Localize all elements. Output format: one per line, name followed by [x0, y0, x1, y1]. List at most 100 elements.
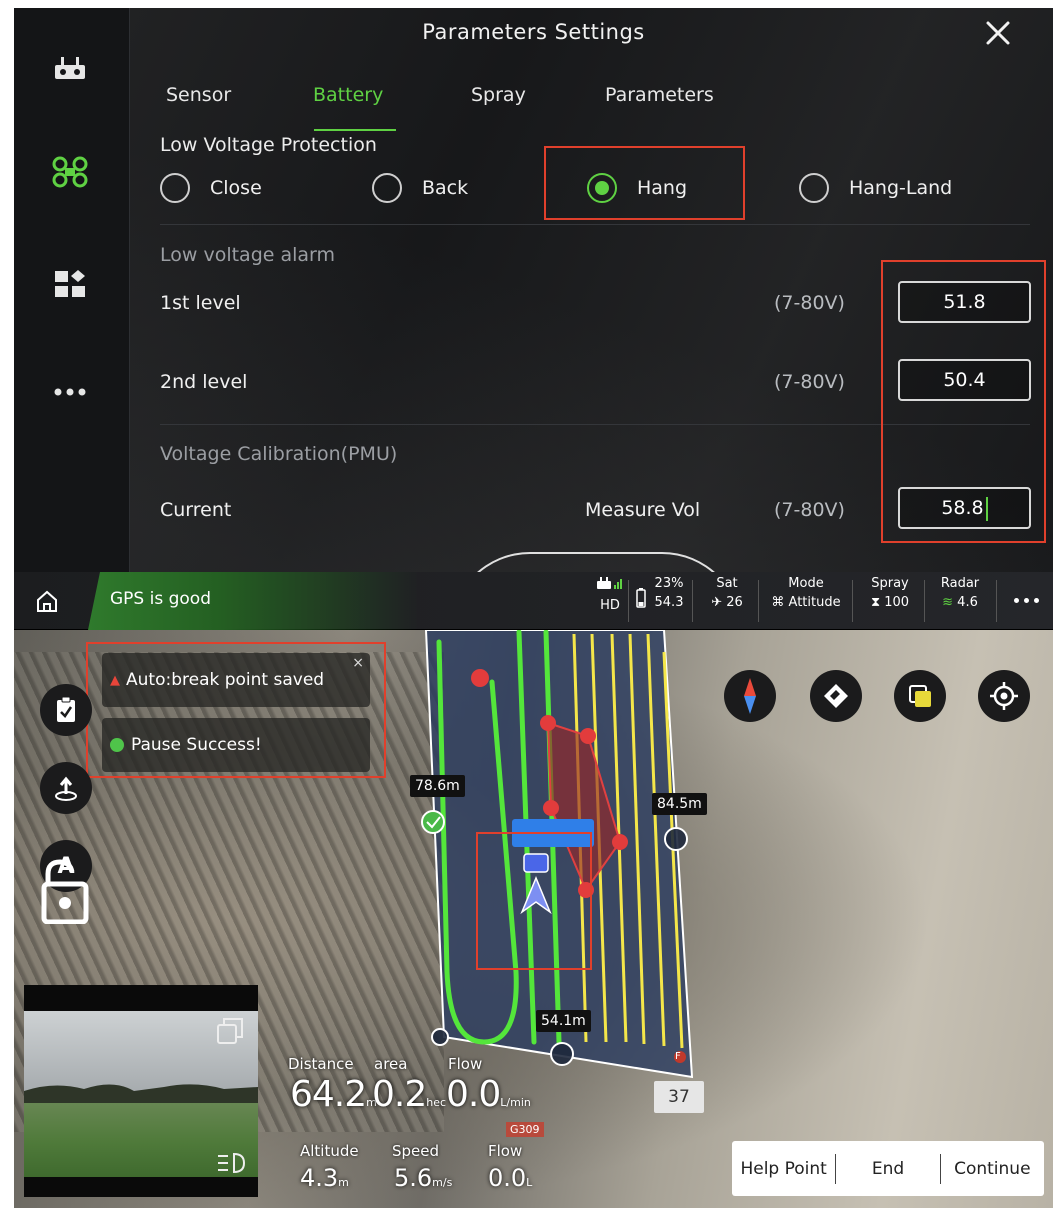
distance-label-2: 84.5m	[652, 793, 707, 815]
satellite-icon: ✈︎	[711, 595, 727, 610]
flow-value: 0.0	[446, 1074, 501, 1115]
battery-status: 23% 54.3	[634, 576, 686, 610]
radar-status: Radar ≋ 4.6	[930, 576, 990, 610]
spray-status: Spray ⧗ 100	[860, 576, 920, 610]
radio-back[interactable]: Back	[372, 172, 468, 204]
radio-hang-land-label: Hang-Land	[849, 177, 953, 199]
distance-label-1: 78.6m	[410, 775, 465, 797]
highlight-box-hang	[544, 146, 745, 220]
divider	[160, 224, 1030, 225]
more-menu-icon[interactable]	[1008, 588, 1044, 612]
level1-range: (7-80V)	[774, 292, 845, 314]
distance-label-3: 54.1m	[536, 1010, 591, 1032]
tab-parameters[interactable]: Parameters	[605, 84, 714, 106]
speed-readout: 5.6m/s	[394, 1164, 452, 1192]
compass-icon[interactable]	[724, 670, 776, 722]
mode-value: Attitude	[788, 595, 841, 610]
end-button[interactable]: End	[836, 1159, 939, 1179]
calibration-range: (7-80V)	[774, 499, 845, 521]
measure-vol-label: Measure Vol	[585, 499, 701, 521]
level1-label: 1st level	[160, 292, 241, 314]
point-f-label: F	[675, 1051, 681, 1062]
notification-pause: Pause Success!	[102, 718, 370, 772]
radio-button-icon[interactable]	[160, 173, 190, 203]
tab-spray[interactable]: Spray	[471, 84, 526, 106]
success-check-icon	[110, 738, 124, 752]
active-tab-indicator	[314, 129, 396, 131]
tab-sensor[interactable]: Sensor	[166, 84, 231, 106]
radio-back-label: Back	[422, 177, 469, 199]
return-icon[interactable]	[40, 762, 92, 814]
flow-readout: 0.0L/min	[446, 1074, 531, 1115]
radio-hang-land[interactable]: Hang-Land	[799, 172, 952, 204]
mission-action-bar: Help Point End Continue	[732, 1141, 1044, 1196]
radio-close[interactable]: Close	[160, 172, 262, 204]
modules-icon[interactable]	[48, 264, 92, 304]
close-icon[interactable]	[981, 16, 1015, 50]
spray-label: Spray	[871, 576, 909, 591]
headlight-icon[interactable]	[216, 1151, 246, 1175]
remote-controller-icon[interactable]	[48, 48, 92, 88]
lock-icon[interactable]	[36, 858, 92, 925]
camera-preview[interactable]	[24, 985, 258, 1197]
notification-text: Pause Success!	[131, 735, 262, 755]
speed-value: 5.6	[394, 1164, 433, 1192]
help-point-button[interactable]: Help Point	[732, 1159, 835, 1179]
radar-value: 4.6	[957, 595, 978, 610]
flow2-readout: 0.0L	[488, 1164, 532, 1192]
flow-label: Flow	[448, 1055, 483, 1073]
radar-label: Radar	[940, 576, 980, 591]
flow2-unit: L	[526, 1176, 533, 1189]
locate-icon[interactable]	[978, 670, 1030, 722]
flight-view: 78.6m 84.5m 54.1m 37 F G309 GPS is good …	[14, 572, 1053, 1208]
low-voltage-alarm-heading: Low voltage alarm	[160, 244, 336, 266]
warning-icon: ▲	[110, 672, 120, 688]
sat-value: 26	[726, 595, 743, 610]
altitude-readout: 4.3m	[300, 1164, 349, 1192]
eraser-icon[interactable]	[810, 670, 862, 722]
radio-button-icon[interactable]	[799, 173, 829, 203]
mode-drone-icon: ⌘	[771, 595, 789, 610]
flow-unit: L/min	[500, 1096, 531, 1109]
notification-breakpoint: ▲ Auto:break point saved ×	[102, 653, 370, 707]
switch-view-icon[interactable]	[216, 1017, 244, 1045]
low-voltage-protection-heading: Low Voltage Protection	[160, 134, 377, 156]
area-unit: hec	[426, 1096, 447, 1109]
parameters-settings-panel: Parameters Settings Sensor Battery Spray…	[14, 8, 1053, 572]
flow2-label: Flow	[488, 1142, 523, 1160]
flow2-value: 0.0	[488, 1164, 527, 1192]
home-icon[interactable]	[32, 586, 62, 616]
layers-icon[interactable]	[894, 670, 946, 722]
highlight-box-voltages	[881, 260, 1046, 543]
drone-icon[interactable]	[48, 152, 92, 192]
mode-label: Mode	[788, 576, 824, 591]
battery-icon	[636, 588, 646, 608]
road-label: G309	[506, 1122, 544, 1137]
page-title: Parameters Settings	[422, 20, 645, 44]
spray-value: 100	[884, 595, 910, 610]
speed-unit: m/s	[432, 1176, 453, 1189]
tab-battery[interactable]: Battery	[313, 84, 383, 106]
area-readout: 0.2hec	[372, 1074, 446, 1115]
area-label: area	[374, 1055, 408, 1073]
tank-icon: ⧗	[870, 595, 885, 610]
distance-readout: 64.2m	[290, 1074, 377, 1115]
gps-status: GPS is good	[110, 589, 211, 609]
highlight-box-aircraft	[476, 832, 592, 970]
current-label: Current	[160, 499, 232, 521]
level2-range: (7-80V)	[774, 371, 845, 393]
close-icon[interactable]: ×	[352, 655, 364, 671]
voltage-calibration-heading: Voltage Calibration(PMU)	[160, 443, 398, 465]
satellite-status: Sat ✈︎ 26	[700, 576, 754, 610]
level2-label: 2nd level	[160, 371, 248, 393]
status-bar: GPS is good HD 23% 54.3 Sat ✈︎ 26 Mode ⌘…	[14, 572, 1053, 630]
more-icon[interactable]	[48, 372, 92, 412]
radio-button-icon[interactable]	[372, 173, 402, 203]
mode-status: Mode ⌘ Attitude	[764, 576, 848, 610]
radar-icon: ≋	[942, 595, 958, 610]
sat-label: Sat	[716, 576, 738, 591]
checklist-icon[interactable]	[40, 684, 92, 736]
altitude-value: 4.3	[300, 1164, 339, 1192]
waypoint-marker[interactable]: 37	[654, 1081, 704, 1113]
continue-button[interactable]: Continue	[941, 1159, 1044, 1179]
